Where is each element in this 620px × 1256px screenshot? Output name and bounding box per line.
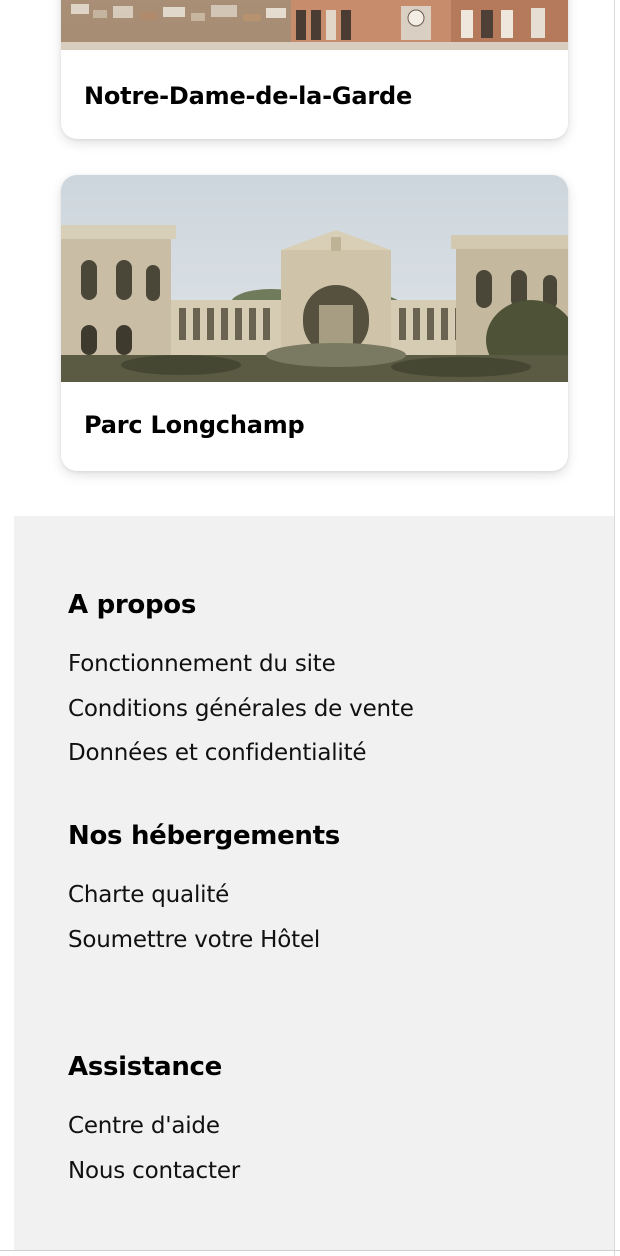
- page-margin-right: [615, 0, 620, 1256]
- attraction-card[interactable]: Parc Longchamp: [61, 175, 568, 471]
- page: Notre-Dame-de-la-Garde Parc Longchamp A …: [0, 0, 620, 1256]
- page-margin-left: [0, 0, 14, 1256]
- marseille-rooftops-photo: [61, 0, 568, 50]
- footer-section-about: A propos Fonctionnement du site Conditio…: [68, 588, 414, 776]
- footer-section-accommodations: Nos hébergements Charte qualité Soumettr…: [68, 819, 340, 962]
- footer-links: Charte qualité Soumettre votre Hôtel: [68, 873, 340, 962]
- palais-longchamp-photo: [61, 175, 568, 382]
- footer-link-how-it-works[interactable]: Fonctionnement du site: [68, 642, 414, 687]
- attractions-list: Notre-Dame-de-la-Garde Parc Longchamp: [14, 0, 614, 516]
- site-footer: A propos Fonctionnement du site Conditio…: [14, 516, 614, 1250]
- footer-link-help-center[interactable]: Centre d'aide: [68, 1104, 240, 1149]
- attraction-title[interactable]: Parc Longchamp: [84, 411, 305, 439]
- footer-section-assistance: Assistance Centre d'aide Nous contacter: [68, 1050, 240, 1193]
- footer-link-quality-charter[interactable]: Charte qualité: [68, 873, 340, 918]
- footer-heading: Assistance: [68, 1052, 222, 1082]
- footer-link-terms[interactable]: Conditions générales de vente: [68, 687, 414, 732]
- attraction-card[interactable]: Notre-Dame-de-la-Garde: [61, 0, 568, 139]
- attraction-title[interactable]: Notre-Dame-de-la-Garde: [84, 82, 412, 110]
- footer-link-privacy[interactable]: Données et confidentialité: [68, 731, 414, 776]
- footer-heading: Nos hébergements: [68, 821, 340, 851]
- footer-heading: A propos: [68, 590, 197, 620]
- footer-bottom-divider: [0, 1250, 620, 1251]
- footer-links: Centre d'aide Nous contacter: [68, 1104, 240, 1193]
- footer-link-contact[interactable]: Nous contacter: [68, 1149, 240, 1194]
- footer-link-submit-hotel[interactable]: Soumettre votre Hôtel: [68, 918, 340, 963]
- attraction-image[interactable]: [61, 175, 568, 382]
- footer-links: Fonctionnement du site Conditions généra…: [68, 642, 414, 776]
- attraction-image[interactable]: [61, 0, 568, 50]
